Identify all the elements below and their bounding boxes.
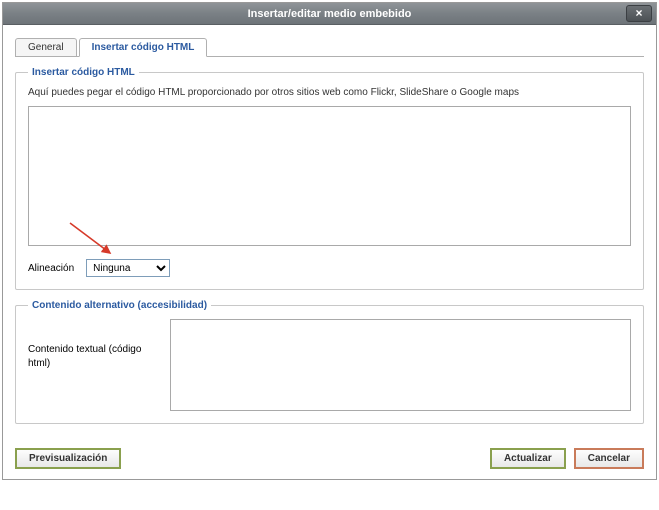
cancel-button[interactable]: Cancelar (574, 448, 644, 469)
titlebar: Insertar/editar medio embebido × (3, 3, 656, 25)
fieldset-alt-content: Contenido alternativo (accesibilidad) Co… (15, 300, 644, 424)
fieldset-insert-html: Insertar código HTML Aquí puedes pegar e… (15, 67, 644, 290)
update-button[interactable]: Actualizar (490, 448, 566, 469)
dialog-title: Insertar/editar medio embebido (248, 8, 412, 20)
tab-insert-html[interactable]: Insertar código HTML (79, 38, 208, 57)
alt-content-textarea[interactable] (170, 319, 631, 411)
close-icon: × (635, 6, 642, 20)
preview-button[interactable]: Previsualización (15, 448, 121, 469)
footer-right: Actualizar Cancelar (490, 448, 644, 469)
fieldset-alt-legend: Contenido alternativo (accesibilidad) (28, 300, 211, 311)
alignment-row: Alineación Ninguna (28, 259, 631, 277)
alt-row: Contenido textual (código html) (28, 319, 631, 411)
tab-bar: General Insertar código HTML (15, 35, 644, 57)
close-button[interactable]: × (626, 5, 652, 22)
footer-left: Previsualización (15, 448, 121, 469)
dialog-footer: Previsualización Actualizar Cancelar (3, 440, 656, 479)
insert-hint-text: Aquí puedes pegar el código HTML proporc… (28, 86, 631, 100)
alignment-label: Alineación (28, 263, 74, 274)
dialog-body: General Insertar código HTML Insertar có… (3, 25, 656, 440)
tab-general[interactable]: General (15, 38, 77, 56)
fieldset-insert-legend: Insertar código HTML (28, 67, 139, 78)
alt-content-label: Contenido textual (código html) (28, 319, 158, 371)
dialog-window: Insertar/editar medio embebido × General… (2, 2, 657, 480)
html-textarea-wrap (28, 106, 631, 249)
html-code-textarea[interactable] (28, 106, 631, 246)
alignment-select[interactable]: Ninguna (86, 259, 170, 277)
